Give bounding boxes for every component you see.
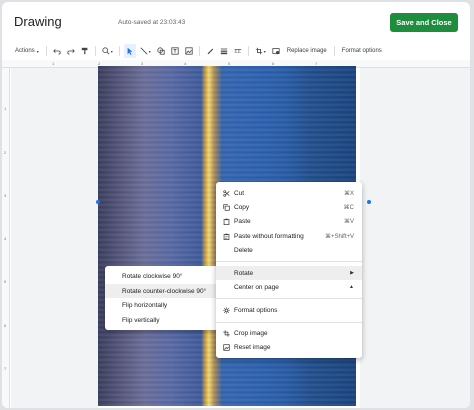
right-resize-handle[interactable] — [367, 200, 371, 204]
ruler-mark: 6 — [4, 323, 7, 328]
format-options-button[interactable]: Format options — [339, 44, 385, 58]
reset-image-icon — [222, 343, 230, 351]
submenu-arrow-icon: ▲ — [349, 284, 354, 290]
title-bar: Drawing Auto-saved at 23:03:43 Save and … — [2, 2, 470, 42]
clipboard-text-icon — [222, 232, 230, 240]
ruler-mark: 4 — [4, 236, 7, 241]
dialog-title: Drawing — [14, 14, 62, 29]
copy-icon — [222, 203, 230, 211]
menu-item-label: Format options — [234, 306, 278, 314]
menu-item-label: Flip vertically — [122, 316, 160, 324]
toolbar-divider — [333, 46, 335, 56]
reset-image-item[interactable]: Reset image — [216, 340, 362, 354]
menu-item-label: Crop image — [234, 329, 268, 337]
replace-image-icon[interactable] — [270, 44, 282, 58]
menu-item-label: Reset image — [234, 343, 271, 351]
crop-image-item[interactable]: Crop image — [216, 326, 362, 340]
shortcut-text: ⌘V — [343, 218, 354, 225]
line-tool-icon[interactable]: ▾ — [138, 44, 153, 58]
menu-item-label: Rotate counter-clockwise 90° — [122, 287, 207, 295]
image-icon[interactable] — [183, 44, 195, 58]
ruler-mark: 5 — [4, 279, 7, 284]
rotate-submenu: Rotate clockwise 90° Rotate counter-cloc… — [105, 266, 218, 330]
center-on-page-item[interactable]: Center on page ▲ — [216, 280, 362, 294]
menu-item-label: Paste without formatting — [234, 232, 304, 240]
select-tool-icon[interactable] — [123, 44, 136, 58]
ruler-mark: 2 — [4, 150, 7, 155]
menu-item-label: Center on page — [234, 283, 279, 291]
settings-icon — [222, 306, 230, 314]
text-box-icon[interactable] — [169, 44, 181, 58]
shape-tool-icon[interactable] — [155, 44, 167, 58]
ruler-mark: 1 — [52, 61, 55, 66]
toolbar-divider — [198, 46, 200, 56]
cut-menu-item[interactable]: Cut ⌘X — [216, 186, 362, 200]
paste-without-formatting-item[interactable]: Paste without formatting ⌘+Shift+V — [216, 229, 362, 243]
paste-menu-item[interactable]: Paste ⌘V — [216, 214, 362, 228]
chevron-down-icon: ▾ — [36, 48, 39, 54]
toolbar-divider — [247, 46, 249, 56]
zoom-icon[interactable]: ▾ — [100, 44, 115, 58]
copy-menu-item[interactable]: Copy ⌘C — [216, 200, 362, 214]
menu-item-label: Flip horizontally — [122, 301, 168, 309]
rotate-counter-clockwise-item[interactable]: Rotate counter-clockwise 90° — [105, 284, 218, 298]
ruler-mark: 3 — [4, 193, 7, 198]
menu-divider — [216, 261, 362, 262]
ruler-mark: 7 — [4, 366, 7, 371]
context-menu: Cut ⌘X Copy ⌘C Paste ⌘V Paste without fo… — [216, 182, 362, 358]
format-options-menu-item[interactable]: Format options — [216, 303, 362, 317]
menu-item-label: Copy — [234, 203, 250, 211]
chevron-down-icon: ▾ — [148, 48, 151, 54]
undo-icon[interactable] — [51, 44, 63, 58]
menu-item-label: Paste — [234, 217, 251, 225]
chevron-down-icon: ▾ — [110, 48, 113, 54]
flip-horizontally-item[interactable]: Flip horizontally — [105, 298, 218, 312]
toolbar-divider — [118, 46, 120, 56]
vertical-ruler: 1 2 3 4 5 6 7 — [2, 68, 10, 408]
delete-menu-item[interactable]: Delete — [216, 243, 362, 257]
toolbar-divider — [94, 46, 96, 56]
clipboard-icon — [222, 217, 230, 225]
scissors-icon — [222, 189, 230, 197]
menu-divider — [216, 322, 362, 323]
replace-image-button[interactable]: Replace image — [284, 44, 330, 58]
rotate-clockwise-item[interactable]: Rotate clockwise 90° — [105, 269, 218, 283]
redo-icon[interactable] — [65, 44, 77, 58]
flip-vertically-item[interactable]: Flip vertically — [105, 313, 218, 327]
toolbar-divider — [45, 46, 47, 56]
border-dash-icon[interactable] — [232, 44, 244, 58]
actions-menu[interactable]: Actions ▾ — [12, 44, 42, 58]
pen-icon[interactable] — [204, 44, 216, 58]
autosave-status: Auto-saved at 23:03:43 — [118, 19, 186, 26]
left-resize-handle[interactable] — [96, 200, 100, 204]
shortcut-text: ⌘C — [343, 204, 354, 211]
submenu-arrow-icon: ▶ — [350, 270, 354, 276]
menu-divider — [216, 298, 362, 299]
menu-item-label: Cut — [234, 189, 245, 197]
menu-item-label: Rotate — [234, 269, 254, 277]
shortcut-text: ⌘X — [343, 190, 354, 197]
menu-item-label: Rotate clockwise 90° — [122, 272, 183, 280]
save-and-close-button[interactable]: Save and Close — [390, 13, 458, 32]
border-weight-icon[interactable] — [218, 44, 230, 58]
shortcut-text: ⌘+Shift+V — [324, 233, 354, 240]
actions-label: Actions — [15, 48, 35, 54]
crop-icon[interactable]: ▾ — [253, 44, 268, 58]
chevron-down-icon: ▾ — [263, 48, 266, 54]
ruler-mark: 1 — [4, 106, 7, 111]
rotate-menu-item[interactable]: Rotate ▶ — [216, 266, 362, 280]
paint-format-icon[interactable] — [79, 44, 91, 58]
menu-item-label: Delete — [234, 246, 253, 254]
crop-icon — [222, 329, 230, 337]
toolbar: Actions ▾ ▾ ▾ ▾ Replace image Format opt… — [2, 42, 470, 60]
